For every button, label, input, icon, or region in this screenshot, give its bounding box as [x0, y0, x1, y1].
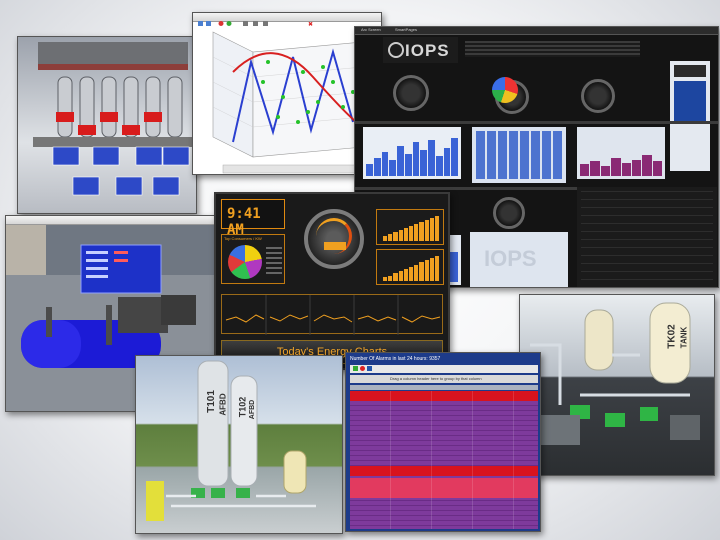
alarms-table-screenshot[interactable]: Number Of Alarms in last 24 hours: 9357 … — [345, 352, 541, 532]
iops-bar-chart-1 — [363, 127, 461, 179]
iops-logo-box: IOPS — [383, 37, 458, 63]
chart-toolbar: ✖ — [193, 13, 381, 28]
silos-scene-screenshot[interactable]: T101 AFBD T102 AFBD — [135, 355, 343, 534]
iops-watermark-tile: IOPS — [470, 232, 568, 287]
iops-header-bar: Arc Screen SmartPages — [355, 27, 718, 35]
silo-1-sub: AFBD — [218, 393, 228, 416]
energy-speedometer — [294, 204, 374, 274]
iops-gauge-3 — [581, 79, 615, 113]
iops-gauge-4 — [493, 197, 525, 229]
energy-bar-chart-1 — [376, 209, 444, 245]
silo-1-label: T101 — [205, 390, 217, 413]
tank-window-titlebar — [6, 216, 226, 225]
silos-illustration — [146, 360, 316, 521]
iops-pie-chart — [492, 77, 518, 103]
silo-2-label: T102 — [237, 396, 248, 418]
silo-2-sub: AFBD — [249, 399, 257, 420]
energy-charts-screenshot[interactable]: 9:41 AM Top Consumers / KW Today's Energ… — [214, 192, 450, 370]
iops-logo: IOPS — [405, 41, 450, 60]
iops-gauge-1 — [393, 75, 429, 111]
iops-tile-grid — [472, 127, 566, 183]
alarms-rows[interactable] — [350, 391, 538, 529]
manifold-illustration — [33, 42, 193, 196]
iops-bar-chart-2 — [577, 127, 665, 179]
plant-scene-screenshot[interactable]: TK02 TANK — [519, 294, 715, 476]
iops-info-text — [465, 41, 640, 57]
iops-header-tab[interactable]: SmartPages — [395, 27, 417, 32]
manifold-screenshot[interactable] — [17, 36, 197, 214]
alarms-banner-text: Drag a column header here to group by th… — [390, 376, 482, 381]
alarms-title: Number Of Alarms in last 24 hours: 9357 — [350, 356, 441, 362]
plant-illustration — [530, 302, 700, 445]
plant-tank-sub: TANK — [679, 326, 689, 349]
iops-data-grid — [577, 187, 717, 287]
iops-header-left[interactable]: Arc Screen — [361, 27, 381, 32]
top-consumers-title: Top Consumers / KW — [224, 236, 262, 241]
alarms-column-header — [350, 385, 538, 390]
iops-side-panel — [670, 61, 710, 171]
consumers-pie-chart — [228, 245, 262, 279]
alarms-group-banner: Drag a column header here to group by th… — [350, 375, 538, 383]
plant-tank-label: TK02 — [666, 324, 678, 349]
clock-box: 9:41 AM — [221, 199, 285, 238]
top-consumers-panel: Top Consumers / KW — [221, 234, 285, 284]
energy-bar-chart-2 — [376, 249, 444, 285]
alarms-toolbar — [350, 365, 538, 373]
energy-line-charts — [221, 294, 443, 335]
